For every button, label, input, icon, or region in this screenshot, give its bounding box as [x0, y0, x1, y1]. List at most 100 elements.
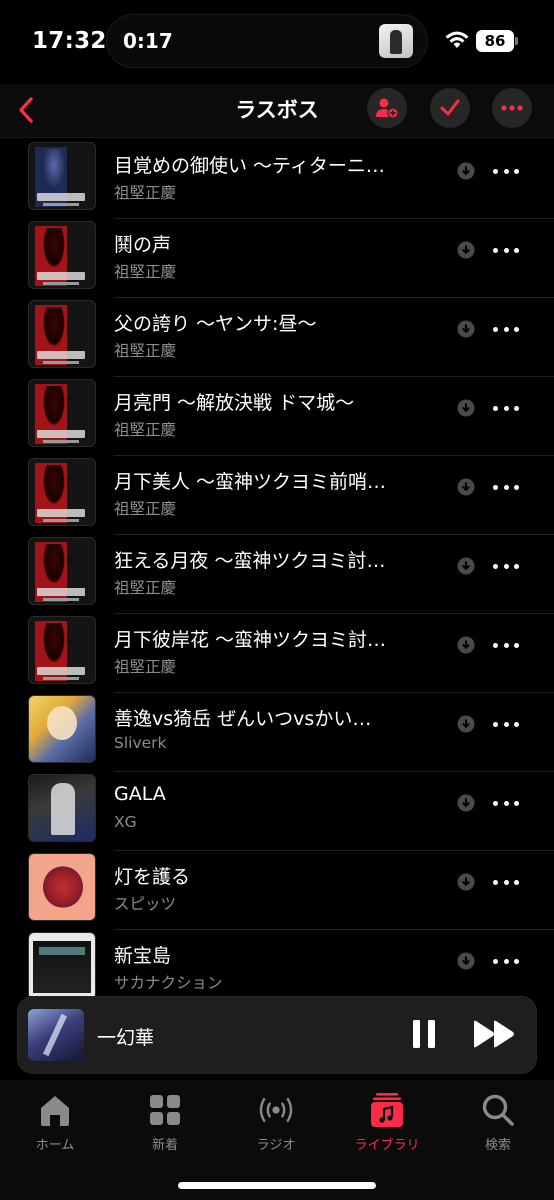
track-row[interactable]: 月亮門 〜解放決戦 ドマ城〜 祖堅正慶	[0, 377, 554, 456]
album-artwork	[28, 300, 96, 368]
track-more-button[interactable]	[493, 636, 519, 654]
track-row[interactable]: GALA XG	[0, 772, 554, 851]
track-artist: 祖堅正慶	[114, 500, 177, 518]
album-artwork	[28, 774, 96, 842]
track-row[interactable]: 善逸vs猗岳 ぜんいつvsかい… Sliverk	[0, 693, 554, 772]
track-more-button[interactable]	[493, 715, 519, 733]
track-title: GALA	[114, 783, 166, 805]
tab-search-label: 検索	[484, 1138, 511, 1153]
battery-indicator: 86	[476, 30, 514, 52]
wifi-icon	[445, 31, 469, 48]
track-row[interactable]: 狂える月夜 〜蛮神ツクヨミ討… 祖堅正慶	[0, 535, 554, 614]
downloaded-icon	[457, 241, 475, 259]
track-more-button[interactable]	[493, 320, 519, 338]
track-artist: Sliverk	[114, 734, 167, 752]
track-row[interactable]: 月下美人 〜蛮神ツクヨミ前哨… 祖堅正慶	[0, 456, 554, 535]
battery-tip	[515, 37, 518, 45]
downloaded-icon	[457, 952, 475, 970]
track-artist: 祖堅正慶	[114, 184, 177, 202]
fast-forward-icon[interactable]	[471, 1016, 517, 1052]
mini-player[interactable]: 一幻華	[17, 996, 537, 1074]
track-row[interactable]: 月下彼岸花 〜蛮神ツクヨミ討… 祖堅正慶	[0, 614, 554, 693]
track-title: 新宝島	[114, 945, 172, 967]
track-more-button[interactable]	[493, 952, 519, 970]
track-more-button[interactable]	[493, 794, 519, 812]
track-title: 父の誇り 〜ヤンサ:昼〜	[114, 313, 317, 335]
tab-home[interactable]: ホーム	[15, 1092, 95, 1153]
radio-broadcast-icon	[259, 1097, 293, 1123]
page-title: ラスボス	[235, 98, 319, 122]
track-title: 鬨の声	[114, 234, 172, 256]
track-more-button[interactable]	[493, 241, 519, 259]
track-title: 目覚めの御使い 〜ティターニ…	[114, 155, 385, 177]
now-playing-title: 一幻華	[97, 1027, 155, 1049]
track-more-button[interactable]	[493, 399, 519, 417]
album-artwork	[28, 695, 96, 763]
island-artwork	[379, 24, 413, 58]
track-more-button[interactable]	[493, 557, 519, 575]
track-artist: 祖堅正慶	[114, 263, 177, 281]
track-row[interactable]: 父の誇り 〜ヤンサ:昼〜 祖堅正慶	[0, 298, 554, 377]
person-add-icon	[376, 98, 399, 119]
search-icon	[482, 1094, 514, 1126]
nav-bar: ラスボス	[0, 84, 554, 138]
ellipsis-icon	[501, 105, 523, 111]
downloaded-icon	[457, 873, 475, 891]
now-playing-artwork	[28, 1009, 84, 1061]
album-artwork	[28, 221, 96, 289]
tab-radio[interactable]: ラジオ	[236, 1092, 316, 1153]
album-artwork	[28, 379, 96, 447]
track-more-button[interactable]	[493, 873, 519, 891]
more-options-button[interactable]	[492, 88, 532, 128]
track-artist: 祖堅正慶	[114, 658, 177, 676]
tab-radio-label: ラジオ	[256, 1138, 296, 1153]
status-time: 17:32	[32, 28, 107, 54]
track-title: 狂える月夜 〜蛮神ツクヨミ討…	[114, 550, 386, 572]
home-indicator[interactable]	[178, 1182, 376, 1189]
track-artist: 祖堅正慶	[114, 421, 177, 439]
tab-home-label: ホーム	[35, 1138, 75, 1153]
tab-library[interactable]: ライブラリ	[347, 1092, 427, 1153]
track-row[interactable]: 新宝島 サカナクション	[0, 930, 554, 996]
track-more-button[interactable]	[493, 478, 519, 496]
select-button[interactable]	[430, 88, 470, 128]
grid-icon	[150, 1095, 180, 1125]
tab-new-label: 新着	[151, 1138, 178, 1153]
tab-library-label: ライブラリ	[354, 1138, 420, 1153]
album-artwork	[28, 537, 96, 605]
downloaded-icon	[457, 162, 475, 180]
album-artwork	[28, 142, 96, 210]
status-bar: 17:32 0:17 86	[0, 0, 554, 84]
track-list[interactable]: 目覚めの御使い 〜ティターニ… 祖堅正慶 鬨の声 祖堅正慶 父の誇り 〜ヤンサ:…	[0, 138, 554, 996]
track-artist: 祖堅正慶	[114, 579, 177, 597]
dynamic-island[interactable]: 0:17	[106, 14, 428, 68]
track-artist: サカナクション	[114, 974, 223, 992]
downloaded-icon	[457, 794, 475, 812]
pause-icon[interactable]	[407, 1016, 441, 1052]
downloaded-icon	[457, 557, 475, 575]
downloaded-icon	[457, 715, 475, 733]
downloaded-icon	[457, 320, 475, 338]
album-artwork	[28, 458, 96, 526]
track-row[interactable]: 灯を護る スピッツ	[0, 851, 554, 930]
downloaded-icon	[457, 636, 475, 654]
album-artwork	[28, 853, 96, 921]
album-artwork	[28, 616, 96, 684]
tab-new[interactable]: 新着	[125, 1092, 205, 1153]
island-playback-time: 0:17	[123, 29, 173, 53]
track-title: 月下彼岸花 〜蛮神ツクヨミ討…	[114, 629, 387, 651]
track-title: 善逸vs猗岳 ぜんいつvsかい…	[114, 708, 372, 730]
track-row[interactable]: 鬨の声 祖堅正慶	[0, 219, 554, 298]
add-collaborator-button[interactable]	[367, 88, 407, 128]
music-library-icon	[371, 1093, 403, 1127]
track-artist: スピッツ	[114, 895, 177, 913]
album-artwork	[28, 932, 96, 996]
home-icon	[41, 1096, 69, 1126]
track-title: 月亮門 〜解放決戦 ドマ城〜	[114, 392, 355, 414]
track-more-button[interactable]	[493, 162, 519, 180]
checkmark-icon	[440, 99, 460, 116]
downloaded-icon	[457, 399, 475, 417]
track-row[interactable]: 目覚めの御使い 〜ティターニ… 祖堅正慶	[0, 140, 554, 219]
tab-search[interactable]: 検索	[458, 1092, 538, 1153]
downloaded-icon	[457, 478, 475, 496]
